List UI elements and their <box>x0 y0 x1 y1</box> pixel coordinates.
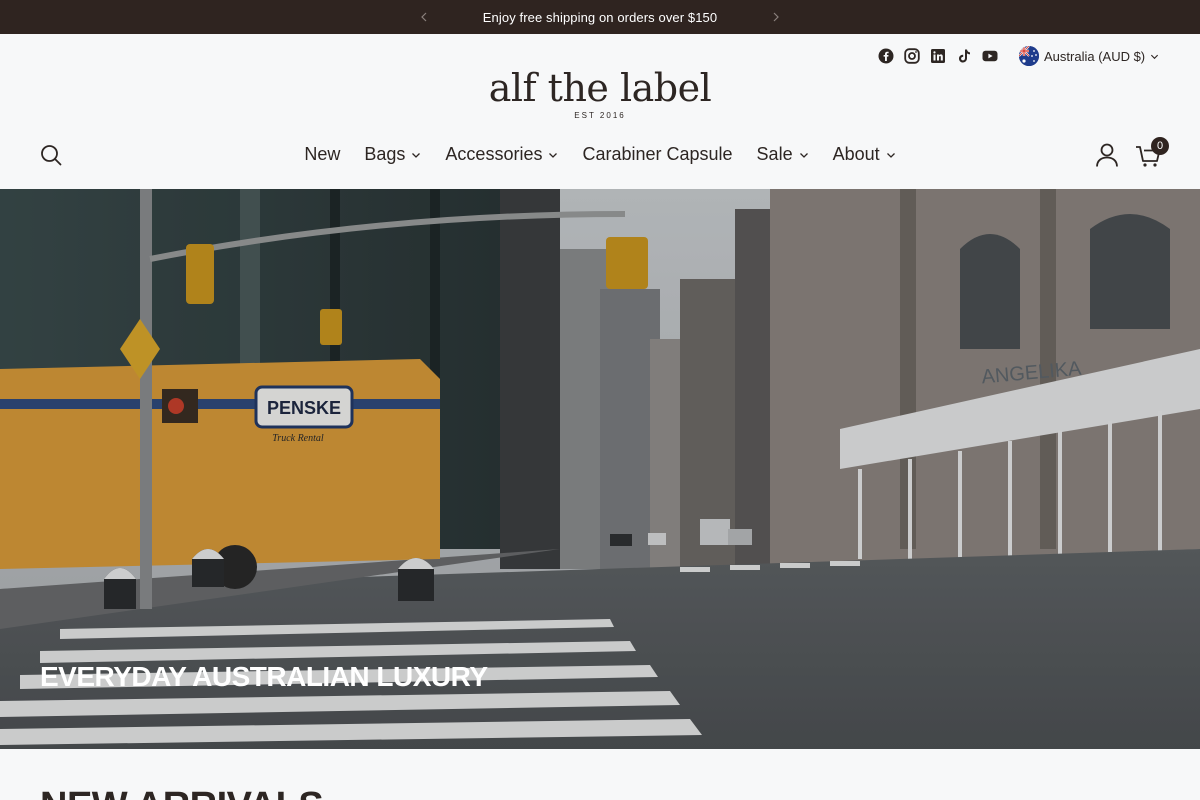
chevron-left-icon <box>421 12 427 22</box>
facebook-link[interactable] <box>878 48 894 64</box>
main-nav: New Bags Accessories Carabiner Capsule S… <box>0 142 1200 166</box>
user-icon <box>1096 143 1118 167</box>
nav-item-label: Carabiner Capsule <box>582 144 733 164</box>
chevron-right-icon <box>773 12 779 22</box>
nav-item-sale[interactable]: Sale <box>757 142 809 166</box>
account-button[interactable] <box>1095 142 1119 168</box>
hero-title: EVERYDAY AUSTRALIAN LUXURY <box>40 661 488 692</box>
facebook-icon <box>878 48 894 64</box>
nav-item-label: Sale <box>756 144 793 164</box>
announcement-prev-button[interactable] <box>415 8 433 26</box>
nav-item-label: About <box>832 144 880 164</box>
nav-item-bags[interactable]: Bags <box>364 142 421 166</box>
chevron-down-icon <box>799 142 809 166</box>
section-title-new-arrivals: NEW ARRIVALS <box>40 784 324 800</box>
tiktok-icon <box>959 49 970 63</box>
locale-label: Australia (AUD $) <box>1044 48 1146 64</box>
tiktok-link[interactable] <box>956 48 972 64</box>
chevron-down-icon <box>548 142 558 166</box>
announcement-bar: Enjoy free shipping on orders over $150 <box>0 0 1200 34</box>
nav-item-about[interactable]: About <box>833 142 896 166</box>
chevron-down-icon <box>886 142 896 166</box>
nav-item-label: New <box>304 144 341 164</box>
youtube-link[interactable] <box>982 48 998 64</box>
social-links <box>878 48 998 64</box>
nav-item-new[interactable]: New <box>304 142 340 166</box>
linkedin-link[interactable] <box>930 48 946 64</box>
australia-flag-icon <box>1019 46 1039 66</box>
nav-item-label: Bags <box>364 144 406 164</box>
chevron-down-icon <box>411 142 421 166</box>
hero-banner[interactable]: PENSKE Truck Rental ANGELIKA EVERYDAY AU… <box>0 189 1200 749</box>
locale-selector[interactable]: Australia (AUD $) <box>1019 46 1159 66</box>
youtube-icon <box>982 50 998 62</box>
announcement-next-button[interactable] <box>767 8 785 26</box>
linkedin-icon <box>931 49 945 63</box>
announcement-message[interactable]: Enjoy free shipping on orders over $150 <box>483 10 717 25</box>
nav-item-label: Accessories <box>445 144 543 164</box>
logo-subtext: EST 2016 <box>574 111 626 120</box>
logo-wordmark: alf the label <box>488 66 712 110</box>
instagram-icon <box>904 48 920 64</box>
instagram-link[interactable] <box>904 48 920 64</box>
nav-item-carabiner-capsule[interactable]: Carabiner Capsule <box>582 142 732 166</box>
chevron-down-icon <box>1150 49 1159 64</box>
site-header: Australia (AUD $) alf the label EST 2016… <box>0 34 1200 189</box>
nav-item-accessories[interactable]: Accessories <box>445 142 558 166</box>
cart-count-badge: 0 <box>1151 137 1169 155</box>
site-logo[interactable]: alf the label EST 2016 <box>0 68 1200 120</box>
